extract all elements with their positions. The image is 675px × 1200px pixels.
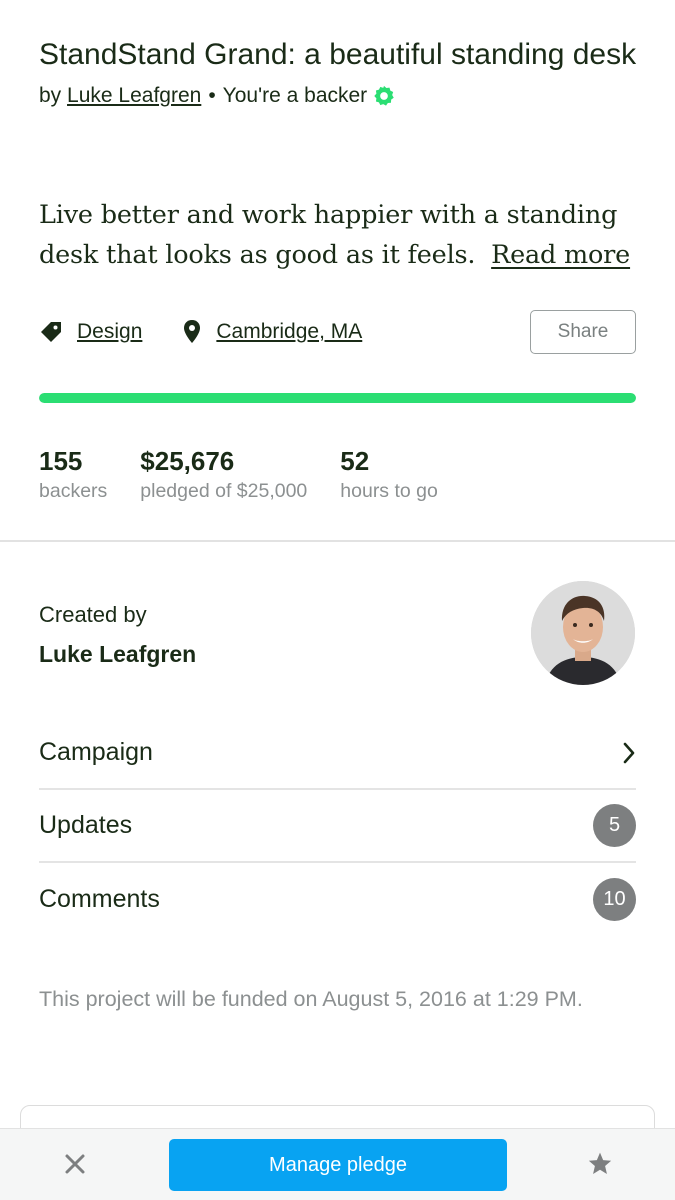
backer-status: You're a backer [222,84,368,107]
close-icon [65,1154,85,1174]
comments-label: Comments [39,885,160,913]
star-button[interactable] [583,1147,617,1181]
chevron-right-icon [623,742,635,763]
nav-row-updates[interactable]: Updates 5 [39,790,636,863]
nav-row-campaign[interactable]: Campaign [39,717,636,790]
category-item: Design [39,320,142,344]
creator-avatar[interactable] [531,581,635,685]
funding-progress-fill [39,393,636,403]
funding-progress-bar [39,393,636,403]
bottom-action-bar: Manage pledge [0,1128,675,1200]
campaign-label: Campaign [39,738,153,766]
byline: by Luke Leafgren • You're a backer [39,82,639,110]
backer-badge-icon [374,85,394,106]
updates-label: Updates [39,811,133,839]
close-button[interactable] [58,1147,92,1181]
byline-separator: • [208,84,216,107]
project-title: StandStand Grand: a beautiful standing d… [39,38,637,71]
funding-date-note: This project will be funded on August 5,… [39,987,583,1011]
pledged-amount: $25,676 [140,446,235,476]
stat-pledged: $25,676 pledged of $25,000 [140,445,307,505]
category-link[interactable]: Design [77,320,142,344]
creator-name[interactable]: Luke Leafgren [39,638,196,670]
project-header: StandStand Grand: a beautiful standing d… [39,36,639,110]
tag-icon [41,322,61,342]
manage-pledge-button[interactable]: Manage pledge [169,1139,507,1191]
pledged-label: pledged of $25,000 [140,480,308,502]
share-button[interactable]: Share [530,310,636,354]
nav-row-comments[interactable]: Comments 10 [39,863,636,936]
backers-label: backers [39,480,108,502]
stat-backers: 155 backers [39,445,107,505]
avatar-image [531,581,635,685]
comments-count-badge: 10 [593,878,636,921]
created-by-label: Created by [39,602,147,627]
by-prefix: by [39,84,62,107]
star-icon [588,1152,612,1174]
project-blurb: Live better and work happier with a stan… [39,195,639,275]
read-more-link[interactable]: Read more [491,240,630,270]
location-pin-icon [184,320,201,343]
hours-remaining: 52 [340,446,370,476]
location-item: Cambridge, MA [182,319,362,345]
backers-count: 155 [39,446,83,476]
updates-count-badge: 5 [593,804,636,847]
project-meta: Design Cambridge, MA Share [39,310,636,354]
creator-link[interactable]: Luke Leafgren [67,82,201,110]
project-nav-list: Campaign Updates 5 Comments 10 [39,717,636,936]
stat-time: 52 hours to go [340,445,438,505]
location-link[interactable]: Cambridge, MA [216,320,362,344]
section-divider [0,540,675,542]
project-stats: 155 backers $25,676 pledged of $25,000 5… [39,445,471,505]
hours-label: hours to go [340,480,438,502]
creator-section: Created by Luke Leafgren [39,600,196,670]
